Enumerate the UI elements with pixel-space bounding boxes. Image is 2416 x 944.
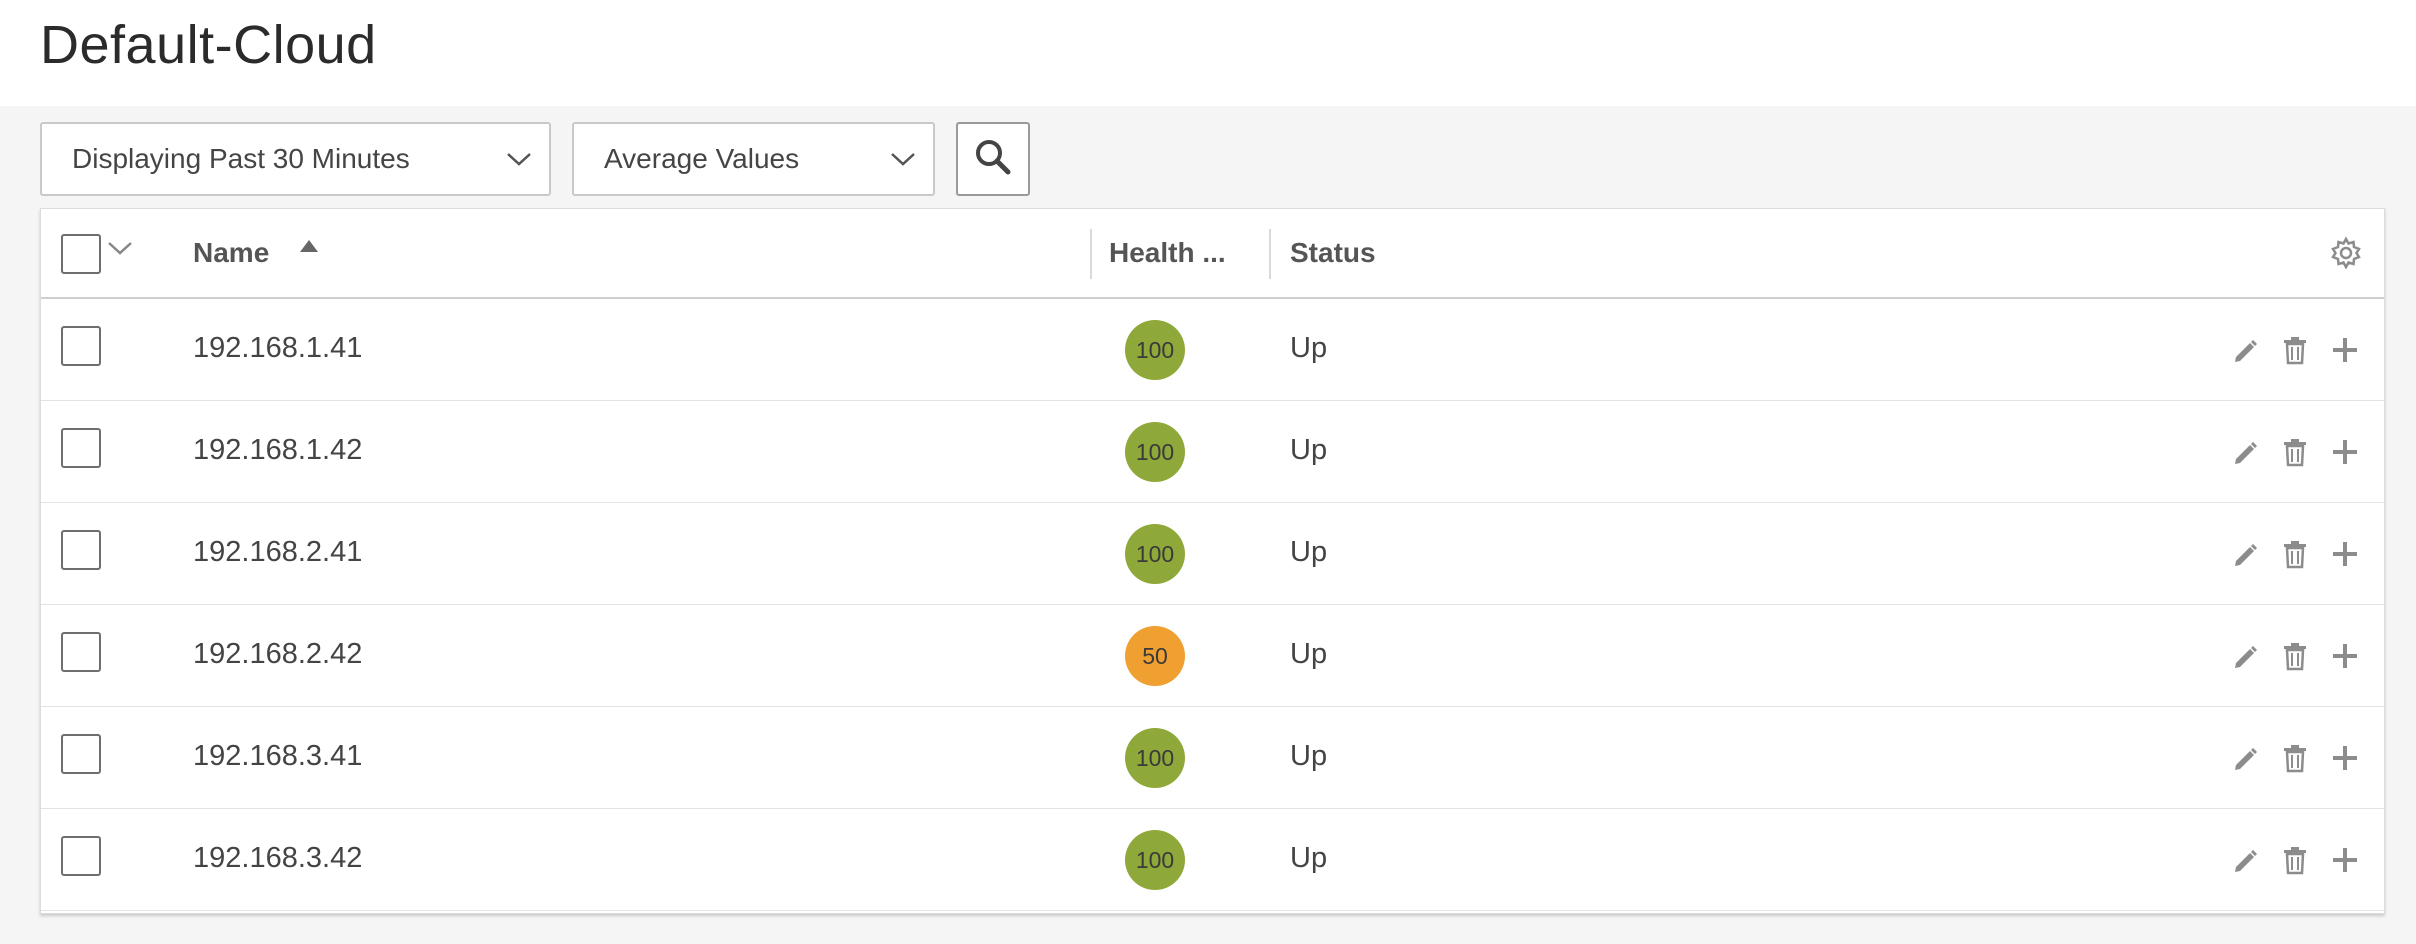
edit-icon[interactable] bbox=[2227, 638, 2263, 674]
title-bar: Default-Cloud bbox=[0, 0, 2416, 106]
table-row[interactable]: 192.168.3.42 100 Up bbox=[41, 809, 2384, 911]
plus-icon[interactable] bbox=[2327, 638, 2363, 674]
table-row[interactable]: 192.168.1.42 100 Up bbox=[41, 401, 2384, 503]
column-header-health[interactable]: Health ... bbox=[1109, 237, 1226, 269]
health-score-badge: 100 bbox=[1125, 830, 1185, 890]
row-status: Up bbox=[1290, 332, 1328, 364]
column-resize-handle[interactable] bbox=[1269, 229, 1271, 279]
plus-icon[interactable] bbox=[2327, 842, 2363, 878]
edit-icon[interactable] bbox=[2227, 842, 2263, 878]
time-range-label: Displaying Past 30 Minutes bbox=[72, 143, 410, 174]
row-checkbox[interactable] bbox=[61, 734, 101, 774]
edit-icon[interactable] bbox=[2227, 740, 2263, 776]
trash-icon[interactable] bbox=[2277, 638, 2313, 674]
trash-icon[interactable] bbox=[2277, 842, 2313, 878]
grid-header: Name Health ... Status bbox=[41, 209, 2384, 299]
content-area: Displaying Past 30 Minutes Average Value… bbox=[0, 106, 2416, 944]
row-checkbox[interactable] bbox=[61, 428, 101, 468]
edit-icon[interactable] bbox=[2227, 536, 2263, 572]
edit-icon[interactable] bbox=[2227, 434, 2263, 470]
health-score-badge: 100 bbox=[1125, 728, 1185, 788]
trash-icon[interactable] bbox=[2277, 434, 2313, 470]
row-name[interactable]: 192.168.2.42 bbox=[193, 638, 362, 671]
edit-icon[interactable] bbox=[2227, 332, 2263, 368]
row-checkbox[interactable] bbox=[61, 836, 101, 876]
row-checkbox[interactable] bbox=[61, 326, 101, 366]
search-button[interactable] bbox=[956, 122, 1030, 196]
select-all-checkbox[interactable] bbox=[61, 234, 101, 274]
row-status: Up bbox=[1290, 638, 1328, 670]
trash-icon[interactable] bbox=[2277, 740, 2313, 776]
trash-icon[interactable] bbox=[2277, 536, 2313, 572]
chevron-down-icon bbox=[489, 124, 549, 194]
column-header-status[interactable]: Status bbox=[1290, 237, 1376, 269]
row-checkbox[interactable] bbox=[61, 530, 101, 570]
table-row[interactable]: 192.168.2.42 50 Up bbox=[41, 605, 2384, 707]
row-status: Up bbox=[1290, 842, 1328, 874]
row-name[interactable]: 192.168.1.41 bbox=[193, 332, 362, 365]
search-icon bbox=[973, 137, 1013, 182]
row-status: Up bbox=[1290, 536, 1328, 568]
gear-icon[interactable] bbox=[2328, 235, 2364, 276]
table-row[interactable]: 192.168.3.41 100 Up bbox=[41, 707, 2384, 809]
plus-icon[interactable] bbox=[2327, 536, 2363, 572]
value-mode-dropdown[interactable]: Average Values bbox=[572, 122, 935, 196]
plus-icon[interactable] bbox=[2327, 332, 2363, 368]
health-score-badge: 50 bbox=[1125, 626, 1185, 686]
row-name[interactable]: 192.168.3.41 bbox=[193, 740, 362, 773]
value-mode-label: Average Values bbox=[604, 143, 800, 174]
health-score-badge: 100 bbox=[1125, 320, 1185, 380]
row-status: Up bbox=[1290, 740, 1328, 772]
table-row[interactable]: 192.168.2.41 100 Up bbox=[41, 503, 2384, 605]
trash-icon[interactable] bbox=[2277, 332, 2313, 368]
table-row[interactable]: 192.168.1.41 100 Up bbox=[41, 299, 2384, 401]
plus-icon[interactable] bbox=[2327, 434, 2363, 470]
row-name[interactable]: 192.168.3.42 bbox=[193, 842, 362, 875]
chevron-down-icon bbox=[873, 124, 933, 194]
select-menu-chevron-icon[interactable] bbox=[107, 239, 133, 262]
row-name[interactable]: 192.168.2.41 bbox=[193, 536, 362, 569]
row-name[interactable]: 192.168.1.42 bbox=[193, 434, 362, 467]
row-checkbox[interactable] bbox=[61, 632, 101, 672]
page-title: Default-Cloud bbox=[40, 15, 377, 75]
column-resize-handle[interactable] bbox=[1090, 229, 1092, 279]
data-grid: Name Health ... Status 192.168.1.41 100 Up… bbox=[40, 208, 2385, 914]
sort-ascending-icon[interactable] bbox=[299, 239, 319, 258]
time-range-dropdown[interactable]: Displaying Past 30 Minutes bbox=[40, 122, 551, 196]
row-status: Up bbox=[1290, 434, 1328, 466]
plus-icon[interactable] bbox=[2327, 740, 2363, 776]
health-score-badge: 100 bbox=[1125, 524, 1185, 584]
column-header-name[interactable]: Name bbox=[193, 237, 269, 269]
health-score-badge: 100 bbox=[1125, 422, 1185, 482]
